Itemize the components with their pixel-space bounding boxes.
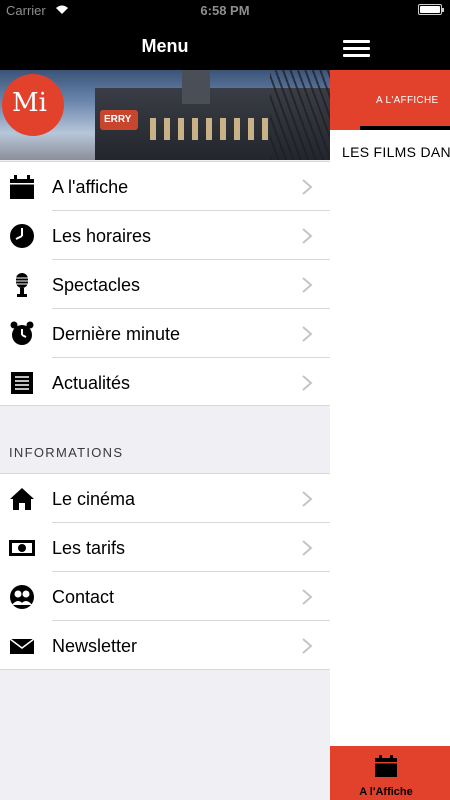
status-time: 6:58 PM xyxy=(200,3,250,18)
menu-item-spectacles[interactable]: Spectacles xyxy=(0,260,330,309)
chevron-right-icon xyxy=(302,326,313,342)
banner-trees xyxy=(270,70,330,160)
banner-lights xyxy=(150,118,270,140)
menu-item-derniere-minute[interactable]: Dernière minute xyxy=(0,309,330,358)
battery-icon xyxy=(418,4,444,15)
hamburger-menu-icon[interactable] xyxy=(343,40,370,57)
calendar-icon xyxy=(10,175,34,199)
calendar-icon xyxy=(375,755,397,777)
main-content-panel: A L'AFFICHE LES FILMS DAN A l'Affiche xyxy=(330,0,450,800)
informations-group: Le cinéma Les tarifs Contact Newsletter xyxy=(0,473,330,670)
menu-item-label: Les tarifs xyxy=(52,538,126,558)
money-icon xyxy=(9,540,35,556)
news-icon xyxy=(11,372,33,394)
chevron-right-icon xyxy=(302,491,313,507)
banner-sign-text: ERRY xyxy=(104,114,132,125)
tab-active-indicator xyxy=(360,126,450,130)
home-icon xyxy=(10,488,34,510)
menu-item-actualites[interactable]: Actualités xyxy=(0,358,330,407)
films-heading: LES FILMS DAN xyxy=(342,144,450,160)
logo-text: Mi xyxy=(12,88,47,118)
menu-item-label: Actualités xyxy=(52,373,131,393)
tab-a-laffiche[interactable]: A L'AFFICHE xyxy=(376,95,438,106)
banner-tower xyxy=(182,70,210,104)
menu-item-newsletter[interactable]: Newsletter xyxy=(0,621,330,670)
chevron-right-icon xyxy=(302,638,313,654)
chevron-right-icon xyxy=(302,540,313,556)
informations-section-header: INFORMATIONS xyxy=(9,445,124,460)
bottom-tab-label: A l'Affiche xyxy=(359,786,413,798)
side-menu: Menu ERRY Mi A l'affiche Les horaires Sp… xyxy=(0,0,330,800)
chevron-right-icon xyxy=(302,375,313,391)
menu-item-label: Contact xyxy=(52,587,115,607)
main-menu-group: A l'affiche Les horaires Spectacles Dern… xyxy=(0,161,330,406)
clock-icon xyxy=(10,224,34,248)
chevron-right-icon xyxy=(302,179,313,195)
menu-item-label: Le cinéma xyxy=(52,489,136,509)
menu-item-label: Spectacles xyxy=(52,275,141,295)
menu-item-label: Newsletter xyxy=(52,636,138,656)
chevron-right-icon xyxy=(302,228,313,244)
microphone-icon xyxy=(16,273,28,297)
menu-item-label: Les horaires xyxy=(52,226,152,246)
menu-item-contact[interactable]: Contact xyxy=(0,572,330,621)
menu-item-les-tarifs[interactable]: Les tarifs xyxy=(0,523,330,572)
menu-item-le-cinema[interactable]: Le cinéma xyxy=(0,474,330,523)
chevron-right-icon xyxy=(302,277,313,293)
alarm-clock-icon xyxy=(10,321,34,345)
menu-item-a-laffiche[interactable]: A l'affiche xyxy=(0,162,330,211)
menu-item-label: Dernière minute xyxy=(52,324,181,344)
envelope-icon xyxy=(9,638,35,654)
contact-icon xyxy=(10,585,34,609)
menu-title: Menu xyxy=(141,36,189,56)
menu-item-les-horaires[interactable]: Les horaires xyxy=(0,211,330,260)
menu-item-label: A l'affiche xyxy=(52,177,129,197)
chevron-right-icon xyxy=(302,589,313,605)
